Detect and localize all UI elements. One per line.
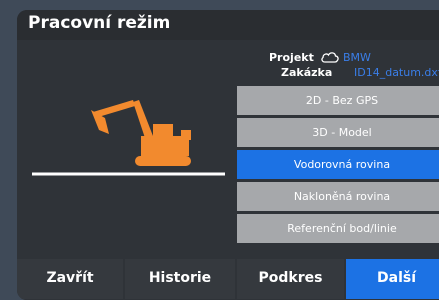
mode-3d-model-button[interactable]: 3D - Model [237, 118, 439, 147]
order-label: Zakázka [281, 66, 333, 79]
cloud-icon [321, 52, 339, 63]
close-button[interactable]: Zavřít [17, 259, 123, 299]
order-value: ID14_datum.dxf( [354, 66, 439, 79]
mode-horizontal-plane-button[interactable]: Vodorovná rovina [237, 150, 439, 179]
excavator-cab [153, 124, 173, 138]
dialog-title: Pracovní režim [28, 13, 171, 33]
excavator-counterweight [181, 130, 191, 140]
mode-inclined-plane-button[interactable]: Nakloněná rovina [237, 182, 439, 211]
mode-reference-point-line-button[interactable]: Referenční bod/linie [237, 214, 439, 243]
mode-2d-no-gps-button[interactable]: 2D - Bez GPS [237, 86, 439, 115]
title-bar: Pracovní režim [17, 10, 439, 40]
excavator-boom [133, 100, 153, 138]
excavator-icon [32, 100, 225, 176]
underlay-button[interactable]: Podkres [237, 259, 344, 299]
next-button[interactable]: Další [346, 259, 439, 299]
history-button[interactable]: Historie [125, 259, 235, 299]
project-label: Projekt [269, 51, 314, 64]
work-mode-dialog: Pracovní režim Projekt BMW Zakázka ID14_… [17, 10, 439, 300]
project-value: BMW [343, 51, 371, 64]
excavator-tracks [135, 156, 191, 166]
